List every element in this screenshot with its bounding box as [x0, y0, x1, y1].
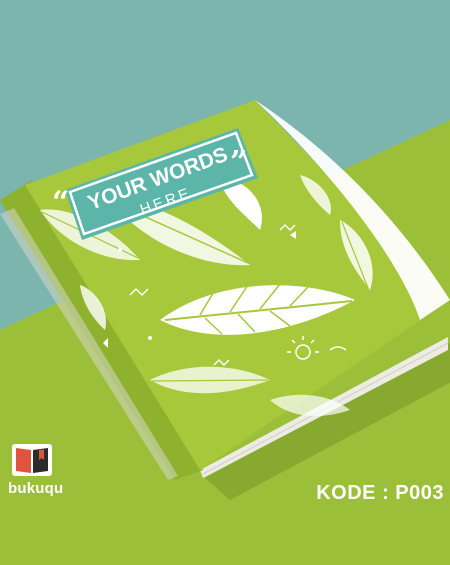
product-code-label: KODE : P003	[316, 482, 444, 504]
product-mockup-scene: YOUR WORDS HERE “ ” bukuqu KODE : P003	[0, 0, 450, 565]
brand-name: bukuqu	[8, 480, 64, 497]
brand-logo: bukuqu	[8, 440, 68, 497]
open-quote-mark: “	[52, 185, 69, 220]
open-book-icon	[12, 444, 52, 476]
close-quote-mark: ”	[230, 145, 247, 180]
